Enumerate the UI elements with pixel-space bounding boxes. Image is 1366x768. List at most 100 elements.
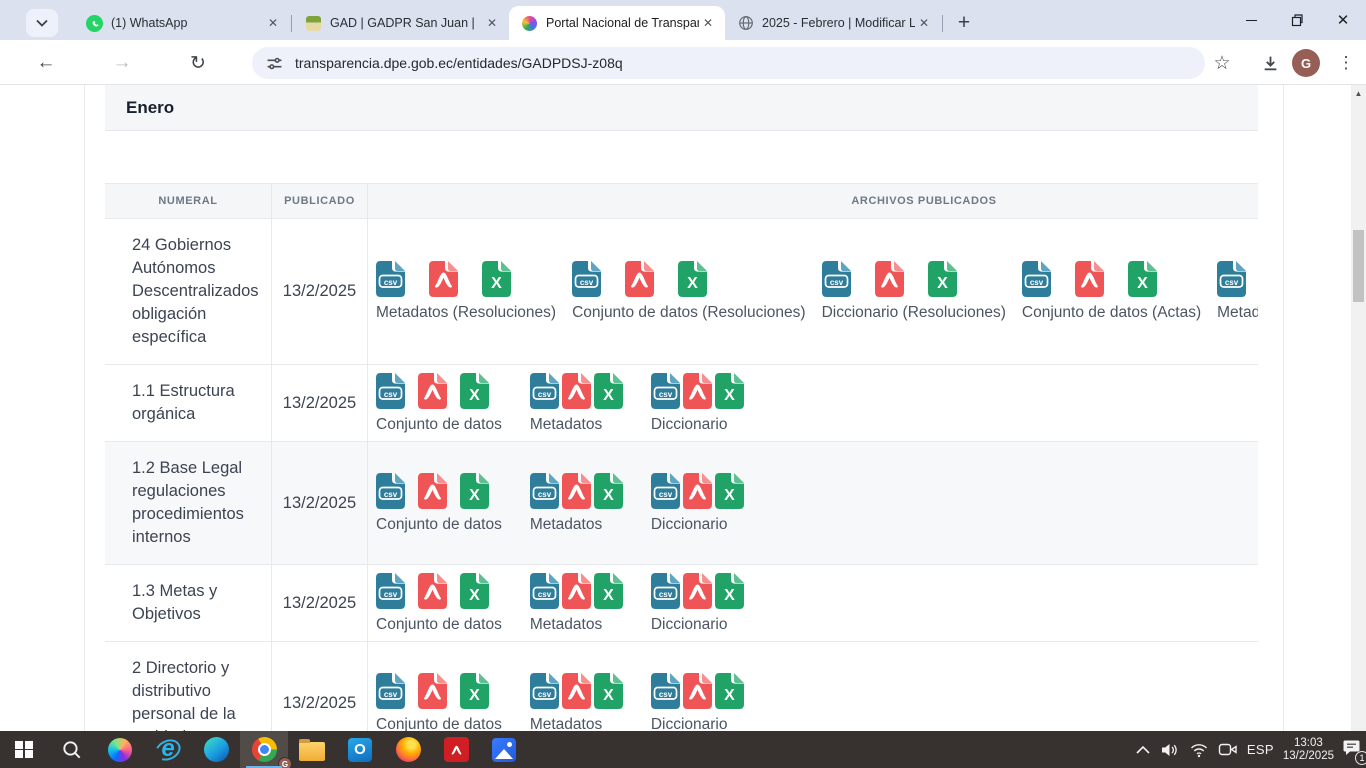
close-window-button[interactable]: ✕	[1320, 0, 1366, 40]
tab-search-button[interactable]	[26, 9, 58, 37]
xls-file-icon[interactable]: X	[460, 373, 489, 409]
xls-file-icon[interactable]: X	[1128, 261, 1157, 297]
browser-tab-1[interactable]: (1) WhatsApp✕	[74, 6, 290, 40]
taskbar-file-explorer-button[interactable]	[288, 731, 336, 768]
taskbar-start-button[interactable]	[0, 731, 48, 768]
csv-file-icon[interactable]: csv	[530, 373, 559, 409]
profile-avatar[interactable]: G	[1292, 49, 1320, 77]
tab-close-button[interactable]: ✕	[699, 14, 717, 32]
file-group[interactable]: csvXDiccionario	[651, 567, 744, 640]
csv-file-icon[interactable]: csv	[651, 573, 680, 609]
taskbar-internet-explorer-button[interactable]: e	[144, 731, 192, 768]
xls-file-icon[interactable]: X	[715, 473, 744, 509]
taskbar-copilot-button[interactable]	[96, 731, 144, 768]
pdf-file-icon[interactable]	[418, 573, 447, 609]
pdf-file-icon[interactable]	[683, 573, 712, 609]
csv-file-icon[interactable]: csv	[1022, 261, 1051, 297]
tray-meet-now-button[interactable]	[1218, 742, 1238, 757]
taskbar-search-button[interactable]	[48, 731, 96, 768]
file-group[interactable]: csvXMetadatos (Resoluciones)	[376, 255, 556, 328]
pdf-file-icon[interactable]	[875, 261, 904, 297]
forward-button[interactable]: →	[106, 47, 138, 79]
file-group[interactable]: csvXConjunto de datos	[376, 567, 502, 640]
minimize-button[interactable]	[1228, 0, 1274, 40]
back-button[interactable]: ←	[30, 47, 62, 79]
file-group[interactable]: csvXMetadatos	[530, 567, 623, 640]
taskbar-chrome-button[interactable]: G	[240, 731, 288, 768]
bookmark-star-button[interactable]: ☆	[1206, 47, 1238, 79]
pdf-file-icon[interactable]	[562, 373, 591, 409]
pdf-file-icon[interactable]	[418, 473, 447, 509]
file-group[interactable]: csvXDiccionario	[651, 667, 744, 732]
pdf-file-icon[interactable]	[562, 473, 591, 509]
xls-file-icon[interactable]: X	[715, 373, 744, 409]
downloads-button[interactable]	[1254, 47, 1286, 79]
xls-file-icon[interactable]: X	[482, 261, 511, 297]
xls-file-icon[interactable]: X	[460, 573, 489, 609]
csv-file-icon[interactable]: csv	[376, 573, 405, 609]
file-group[interactable]: csvXConjunto de datos	[376, 667, 502, 732]
tray-show-hidden-button[interactable]	[1135, 744, 1151, 756]
xls-file-icon[interactable]: X	[715, 573, 744, 609]
pdf-file-icon[interactable]	[429, 261, 458, 297]
csv-file-icon[interactable]: csv	[1217, 261, 1246, 297]
xls-file-icon[interactable]: X	[594, 373, 623, 409]
pdf-file-icon[interactable]	[625, 261, 654, 297]
file-group[interactable]: csvXDiccionario	[651, 467, 744, 540]
browser-tab-4[interactable]: 2025 - Febrero | Modificar LOTA✕	[725, 6, 941, 40]
xls-file-icon[interactable]: X	[594, 473, 623, 509]
taskbar-outlook-button[interactable]: O	[336, 731, 384, 768]
scroll-up-arrow[interactable]: ▲	[1351, 89, 1366, 98]
taskbar-edge-button[interactable]	[192, 731, 240, 768]
address-bar[interactable]: transparencia.dpe.gob.ec/entidades/GADPD…	[252, 47, 1205, 79]
csv-file-icon[interactable]: csv	[530, 573, 559, 609]
tab-close-button[interactable]: ✕	[483, 14, 501, 32]
taskbar-firefox-button[interactable]	[384, 731, 432, 768]
tray-network-button[interactable]	[1189, 742, 1209, 758]
file-group[interactable]: csvXDiccionario (Resoluciones)	[822, 255, 1006, 328]
tray-language-indicator[interactable]: ESP	[1247, 742, 1274, 757]
xls-file-icon[interactable]: X	[928, 261, 957, 297]
file-group[interactable]: csvXConjunto de datos (Resoluciones)	[572, 255, 806, 328]
tray-volume-button[interactable]	[1160, 742, 1180, 758]
csv-file-icon[interactable]: csv	[651, 373, 680, 409]
csv-file-icon[interactable]: csv	[822, 261, 851, 297]
pdf-file-icon[interactable]	[683, 473, 712, 509]
csv-file-icon[interactable]: csv	[376, 473, 405, 509]
pdf-file-icon[interactable]	[683, 373, 712, 409]
file-group[interactable]: csvXConjunto de datos	[376, 467, 502, 540]
tray-notifications-button[interactable]: 1	[1343, 739, 1362, 761]
tray-clock[interactable]: 13:0313/2/2025	[1283, 737, 1334, 763]
csv-file-icon[interactable]: csv	[651, 473, 680, 509]
file-group[interactable]: csvXDiccionario	[651, 367, 744, 440]
csv-file-icon[interactable]: csv	[651, 673, 680, 709]
csv-file-icon[interactable]: csv	[530, 673, 559, 709]
file-group[interactable]: csvXConjunto de datos (Actas)	[1022, 255, 1201, 328]
tab-close-button[interactable]: ✕	[915, 14, 933, 32]
xls-file-icon[interactable]: X	[460, 673, 489, 709]
reload-button[interactable]: ↻	[182, 47, 214, 79]
tab-close-button[interactable]: ✕	[264, 14, 282, 32]
site-info-icon[interactable]	[266, 55, 283, 72]
page-scrollbar[interactable]: ▲	[1351, 85, 1366, 731]
xls-file-icon[interactable]: X	[715, 673, 744, 709]
browser-tab-2[interactable]: GAD | GADPR San Juan |✕	[293, 6, 509, 40]
file-group[interactable]: csvXMetadatos	[530, 367, 623, 440]
csv-file-icon[interactable]: csv	[376, 673, 405, 709]
csv-file-icon[interactable]: csv	[376, 261, 405, 297]
pdf-file-icon[interactable]	[683, 673, 712, 709]
pdf-file-icon[interactable]	[562, 573, 591, 609]
file-group[interactable]: csvXMetadatos	[530, 667, 623, 732]
csv-file-icon[interactable]: csv	[530, 473, 559, 509]
pdf-file-icon[interactable]	[418, 373, 447, 409]
new-tab-button[interactable]: +	[950, 9, 978, 37]
xls-file-icon[interactable]: X	[678, 261, 707, 297]
xls-file-icon[interactable]: X	[460, 473, 489, 509]
browser-tab-3[interactable]: Portal Nacional de Transparenc✕	[509, 6, 725, 40]
browser-menu-button[interactable]: ⋮	[1330, 47, 1362, 79]
restore-button[interactable]	[1274, 0, 1320, 40]
pdf-file-icon[interactable]	[1075, 261, 1104, 297]
xls-file-icon[interactable]: X	[594, 673, 623, 709]
scrollbar-thumb[interactable]	[1353, 230, 1364, 302]
file-group[interactable]: csvXConjunto de datos	[376, 367, 502, 440]
